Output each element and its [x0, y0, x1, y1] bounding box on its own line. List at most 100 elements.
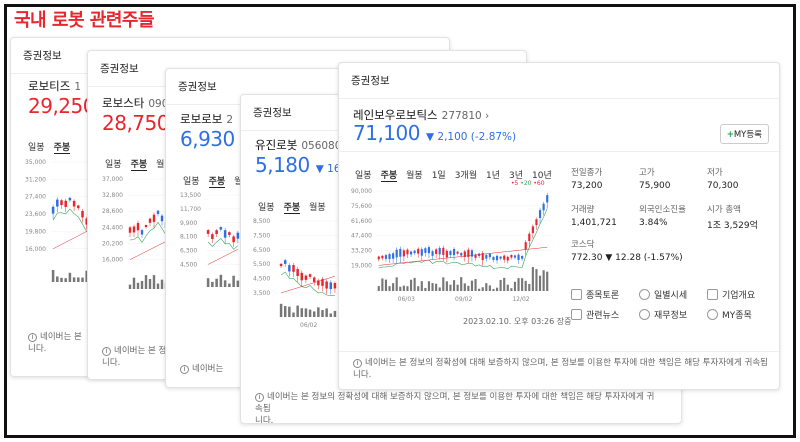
volume-bar: [478, 288, 481, 291]
link-financials[interactable]: 재무정보: [639, 308, 687, 321]
candle-body: [528, 233, 531, 242]
candle-body: [510, 254, 513, 258]
kosdaq-index: 코스닥 772.30 ▼ 12.28 (-1.57%): [571, 240, 683, 263]
tab-0[interactable]: 일봉: [258, 200, 275, 214]
volume-bar: [60, 277, 63, 282]
volume-bar: [424, 287, 427, 291]
stock-price: 29,250: [28, 94, 95, 118]
tab-2[interactable]: 월봉: [309, 200, 326, 214]
volume-bar: [51, 269, 55, 282]
tab-1[interactable]: 주봉: [208, 174, 226, 188]
y-tick-label: 28,600: [102, 208, 123, 215]
candle-body: [499, 256, 502, 259]
candle-body: [542, 203, 545, 211]
volume-bar: [488, 285, 491, 291]
document-icon: [707, 289, 718, 300]
period-tabs[interactable]: 일봉 주봉: [28, 140, 71, 154]
candle-body: [288, 265, 291, 272]
stat-foreign-ratio: 외국인소진율 3.84%: [639, 205, 686, 228]
x-tick-label: 12/02: [512, 296, 529, 303]
tab-4[interactable]: 3개월: [455, 168, 477, 182]
volume-bar: [148, 278, 152, 289]
link-related-news[interactable]: 관련뉴스: [571, 308, 619, 321]
link-discussion[interactable]: 종목토론: [571, 288, 619, 301]
candle-body: [431, 251, 434, 256]
candle-body: [215, 230, 218, 234]
stock-name[interactable]: 로보로보 2: [180, 111, 233, 127]
y-tick-label: 23,600: [25, 211, 46, 218]
volume-bar: [409, 279, 413, 291]
tab-0[interactable]: 일봉: [355, 168, 372, 182]
volume-bar: [470, 280, 474, 291]
volume-bar: [463, 283, 466, 291]
link-company-overview[interactable]: 기업개요: [707, 288, 755, 301]
link-daily-quotes[interactable]: 일별시세: [639, 288, 687, 301]
volume-bar: [435, 283, 438, 291]
volume-bar: [296, 305, 299, 317]
volume-bar: [312, 311, 316, 317]
disclaimer: i 네이버는 본 정보의 정확성에 대해 보증하지 않으며, 본 정보를 이용한 …: [353, 358, 768, 380]
tab-1[interactable]: 주봉: [53, 140, 71, 154]
volume-bar: [392, 283, 395, 291]
tab-2[interactable]: 월봉: [406, 168, 423, 182]
link-my-stocks[interactable]: MY종목: [707, 308, 752, 321]
y-tick-label: 33,200: [351, 248, 372, 255]
volume-bar: [156, 283, 160, 289]
candle-body: [144, 225, 148, 228]
volume-bar: [132, 277, 136, 289]
candle-body: [452, 249, 456, 256]
candle-body: [413, 250, 416, 254]
y-tick-label: 8,500: [253, 218, 270, 225]
candle-body: [228, 232, 231, 235]
stock-price: 5,180 ▼ 16: [255, 153, 341, 177]
tab-1[interactable]: 주봉: [380, 168, 398, 182]
candle-body: [392, 253, 395, 259]
candle-body: [128, 227, 132, 233]
candle-body: [460, 252, 463, 256]
volume-bar: [513, 281, 517, 291]
tab-1[interactable]: 주봉: [130, 157, 148, 171]
tab-2[interactable]: 월: [156, 157, 164, 171]
y-tick-label: 3,500: [253, 290, 270, 297]
period-tabs[interactable]: 일봉 주봉 월: [105, 157, 164, 171]
stock-name[interactable]: 유진로봇 056080: [255, 137, 341, 153]
tab-5[interactable]: 1년: [486, 168, 500, 182]
info-icon: i: [255, 393, 264, 402]
candle-body: [156, 210, 160, 214]
volume-bar: [329, 313, 333, 317]
volume-bar: [283, 306, 287, 317]
y-tick-label: 11,700: [180, 206, 201, 213]
candle-body: [531, 226, 534, 234]
tab-0[interactable]: 일봉: [105, 157, 122, 171]
stock-name[interactable]: 로보스타 090: [102, 95, 168, 111]
tab-0[interactable]: 일봉: [183, 174, 200, 188]
tab-3[interactable]: 1일: [432, 168, 446, 182]
volume-bar: [402, 285, 405, 291]
volume-bar: [236, 280, 240, 287]
tab-1[interactable]: 주봉: [283, 200, 301, 214]
candle-body: [304, 275, 308, 280]
volume-bar: [288, 306, 291, 317]
volume-bar: [160, 279, 164, 289]
volume-bar: [68, 272, 72, 282]
candle-body: [325, 281, 328, 289]
period-tabs[interactable]: 일봉 주봉 월봉: [258, 200, 326, 214]
candle-body: [292, 265, 295, 272]
candle-body: [223, 230, 227, 238]
quote-date: 2023.02.10. 오후 03:26 장중: [463, 317, 572, 326]
stock-card-rainbow-robotics[interactable]: 증권정보 레인보우로보틱스 277810 › 71,100 ▼ 2,100 (-2.…: [338, 62, 780, 390]
volume-bar: [64, 278, 67, 282]
y-tick-label: 7,500: [253, 232, 270, 239]
stock-name[interactable]: 로보티즈 1: [28, 78, 81, 94]
volume-bar: [144, 275, 148, 289]
my-register-button[interactable]: +MY등록: [719, 124, 769, 144]
volume-bar: [524, 280, 527, 291]
volume-bar: [399, 286, 402, 291]
stat-high: 고가 75,900: [639, 168, 671, 191]
tab-0[interactable]: 일봉: [28, 140, 45, 154]
volume-bar: [456, 284, 459, 291]
candle-body: [68, 197, 72, 201]
candle-body: [535, 219, 538, 226]
period-tabs[interactable]: 일봉 주봉 월: [183, 174, 242, 188]
volume-bar: [481, 287, 484, 291]
